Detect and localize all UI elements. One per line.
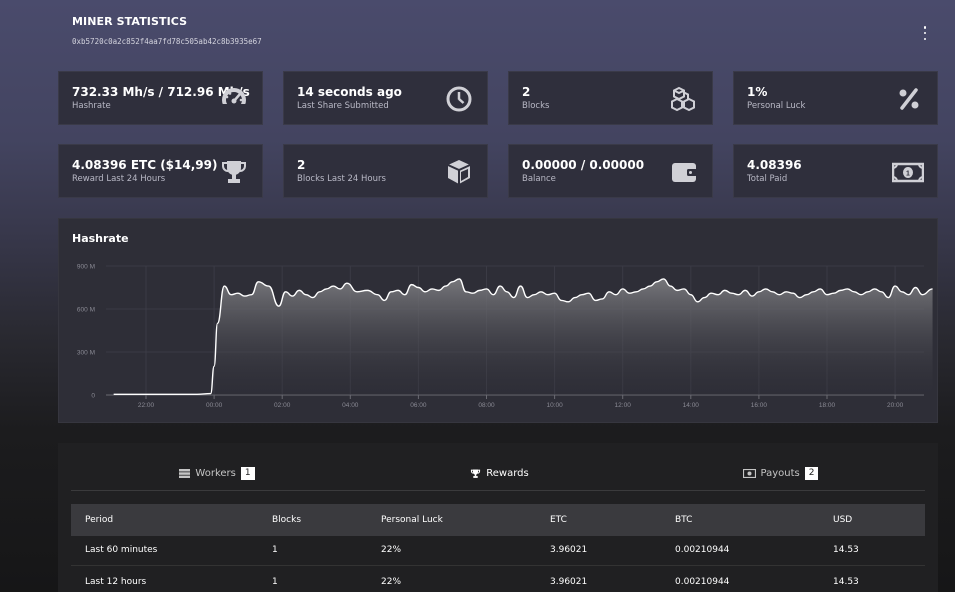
stat-card-personal-luck: 1% Personal Luck [733,71,938,125]
table-row: Last 60 minutes 1 22% 3.96021 0.00210944… [71,535,925,566]
cell-etc: 3.96021 [550,577,588,587]
y-tick-label: 0 [91,393,95,400]
tab-divider [71,490,925,491]
stat-label: Last Share Submitted [297,101,389,111]
cell-usd: 14.53 [833,545,859,555]
svg-text:1: 1 [906,171,910,178]
column-header-usd: USD [833,515,853,525]
stat-card-hashrate: 732.33 Mh/s / 712.96 Mh/s Hashrate [58,71,263,125]
server-icon [179,469,191,478]
stat-label: Hashrate [72,101,111,111]
x-tick-label: 10:00 [546,402,563,409]
clock-icon [444,84,474,114]
stat-label: Balance [522,174,556,184]
stat-card-last-share: 14 seconds ago Last Share Submitted [283,71,488,125]
hashrate-chart-panel: Hashrate 0 300 M 600 M 900 M 22:00 00:00 02:00… [58,218,938,423]
cell-period: Last 12 hours [85,577,147,587]
x-tick-label: 04:00 [342,402,359,409]
cell-personal-luck: 22% [381,545,402,555]
tab-label: Rewards [486,467,529,479]
cell-blocks: 1 [272,577,278,587]
tab-label: Workers [195,468,236,479]
cubes-icon [669,84,699,114]
stat-label: Blocks [522,101,550,111]
x-tick-label: 14:00 [683,402,700,409]
stat-value: 2 [297,158,306,172]
x-tick-label: 22:00 [138,402,155,409]
y-tick-label: 900 M [77,264,95,271]
cell-blocks: 1 [272,545,278,555]
cube-icon [444,157,474,187]
tab-rewards[interactable]: Rewards [364,456,635,491]
stat-card-total-paid: 4.08396 Total Paid 1 [733,144,938,198]
stat-card-blocks-24h: 2 Blocks Last 24 Hours [283,144,488,198]
speedometer-icon [219,84,249,114]
more-options-icon[interactable] [921,26,929,40]
stat-label: Reward Last 24 Hours [72,174,166,184]
money-bill-icon: 1 [891,157,925,187]
x-tick-label: 20:00 [887,402,904,409]
stat-label: Personal Luck [747,101,806,111]
cell-btc: 0.00210944 [675,545,730,555]
hashrate-area [113,278,933,395]
trophy-icon [470,468,481,479]
x-tick-label: 00:00 [206,402,223,409]
x-tick-label: 12:00 [615,402,632,409]
details-panel: Workers 1 Rewards Payouts 2 Period Block… [58,443,938,592]
cell-period: Last 60 minutes [85,545,158,555]
x-tick-label: 16:00 [751,402,768,409]
payouts-count-badge: 2 [804,467,819,480]
cell-btc: 0.00210944 [675,577,730,587]
stat-value: 14 seconds ago [297,85,402,99]
workers-count-badge: 1 [240,467,255,480]
cell-personal-luck: 22% [381,577,402,587]
column-header-blocks: Blocks [272,515,302,525]
x-tick-label: 02:00 [274,402,291,409]
column-header-period: Period [85,515,114,525]
stat-value: 4.08396 ETC ($14,99) [72,158,218,172]
page-header: MINER STATISTICS 0xb5720c0a2c852f4aa7fd7… [72,15,262,46]
trophy-icon [219,157,249,187]
stat-value: 2 [522,85,531,99]
y-tick-label: 600 M [77,307,95,314]
column-header-personal-luck: Personal Luck [381,515,443,525]
stat-value: 1% [747,85,768,99]
rewards-table-header: Period Blocks Personal Luck ETC BTC USD [71,504,925,536]
page-title: MINER STATISTICS [72,15,188,28]
hashrate-chart: 0 300 M 600 M 900 M 22:00 00:00 02:00 04:00 06:0… [77,264,933,409]
stat-label: Total Paid [747,174,788,184]
x-tick-label: 06:00 [410,402,427,409]
stat-card-balance: 0.00000 / 0.00000 Balance [508,144,713,198]
money-bill-icon [742,469,756,478]
tab-label: Payouts [760,468,800,479]
tab-workers[interactable]: Workers 1 [71,456,363,491]
stat-card-reward-24h: 4.08396 ETC ($14,99) Reward Last 24 Hour… [58,144,263,198]
percent-icon [894,84,924,114]
cell-etc: 3.96021 [550,545,588,555]
stat-card-blocks: 2 Blocks [508,71,713,125]
column-header-etc: ETC [550,515,567,525]
x-tick-label: 08:00 [478,402,495,409]
column-header-btc: BTC [675,515,693,525]
tab-payouts[interactable]: Payouts 2 [636,456,925,491]
stat-value: 0.00000 / 0.00000 [522,158,645,172]
cell-usd: 14.53 [833,577,859,587]
stat-label: Blocks Last 24 Hours [297,174,386,184]
table-row: Last 12 hours 1 22% 3.96021 0.00210944 1… [71,567,925,592]
stat-value: 4.08396 [747,158,802,172]
wallet-address: 0xb5720c0a2c852f4aa7fd78c505ab42c8b3935e… [72,37,262,46]
wallet-icon [669,157,699,187]
y-tick-label: 300 M [77,350,95,357]
x-tick-label: 18:00 [819,402,836,409]
